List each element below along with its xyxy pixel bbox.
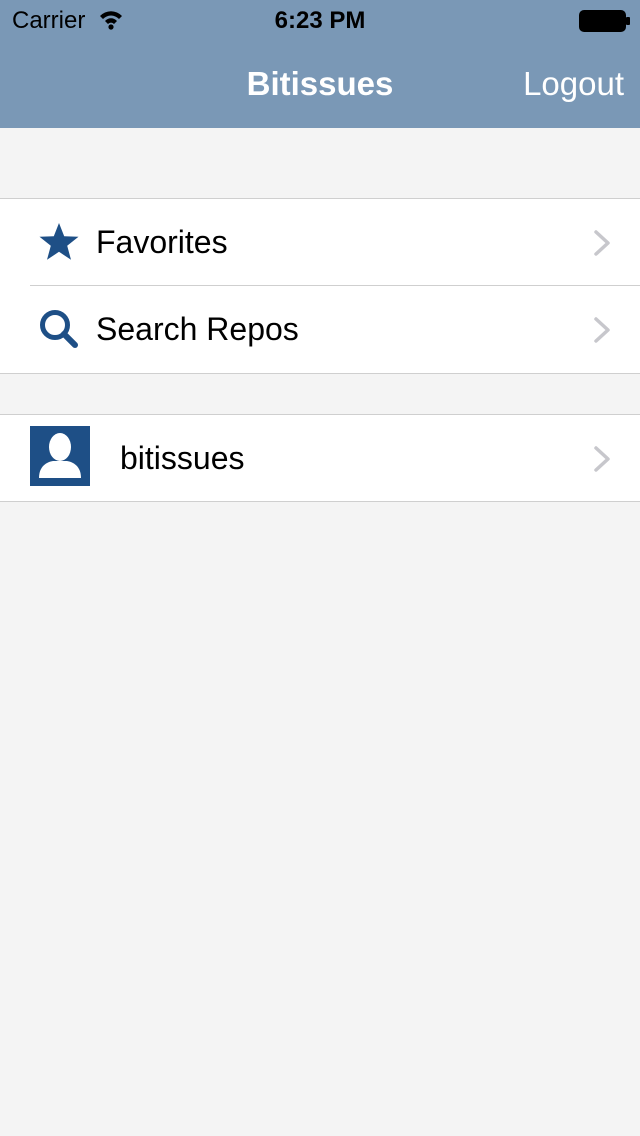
- status-time: 6:23 PM: [274, 7, 366, 34]
- search-repos-row[interactable]: Search Repos: [0, 286, 640, 373]
- chevron-right-icon: [594, 317, 610, 343]
- chevron-right-icon: [594, 446, 610, 472]
- search-icon: [40, 310, 78, 348]
- account-section: bitissues: [0, 414, 640, 502]
- logout-button[interactable]: Logout: [523, 64, 624, 104]
- chevron-right-icon: [594, 230, 610, 256]
- menu-section: Favorites Search Repos: [0, 198, 640, 374]
- star-icon: [39, 223, 79, 260]
- user-row[interactable]: bitissues: [0, 415, 640, 501]
- navigation-header: Carrier 6:23 PM Bitissues Logout: [0, 0, 640, 128]
- avatar: [30, 426, 90, 486]
- battery-icon: [579, 10, 630, 32]
- favorites-label: Favorites: [96, 224, 228, 260]
- favorites-row[interactable]: Favorites: [0, 199, 640, 286]
- status-bar: Carrier 6:23 PM: [0, 0, 640, 40]
- search-repos-label: Search Repos: [96, 311, 299, 347]
- username-label: bitissues: [120, 440, 245, 476]
